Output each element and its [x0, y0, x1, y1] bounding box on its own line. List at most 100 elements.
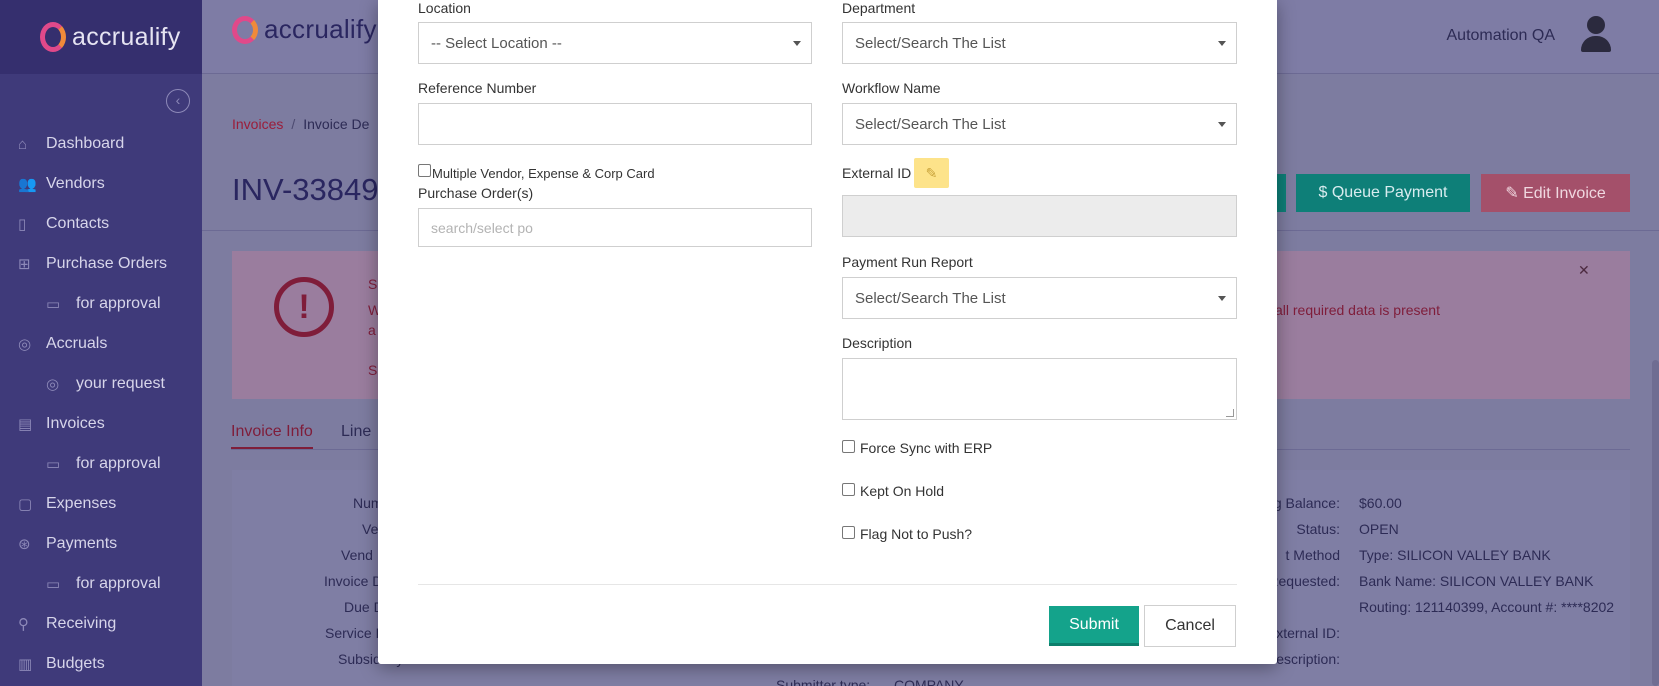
edit-invoice-button[interactable]: ✎ Edit Invoice [1481, 174, 1630, 212]
info-label: Invoice D [324, 573, 383, 589]
submitter-type-label: Submitter type: [776, 677, 871, 686]
home-icon: ⌂ [18, 135, 28, 153]
edit-icon: ✎ [925, 164, 938, 181]
modal-footer-divider [418, 584, 1237, 585]
document-icon: ▤ [18, 416, 33, 433]
purchase-orders-label: Purchase Order(s) [418, 185, 534, 201]
invoice-edit-modal: Location -- Select Location -- Departmen… [378, 0, 1277, 664]
alert-exclamation-icon: ! [274, 277, 334, 337]
page-title: INV-33849 [232, 172, 379, 207]
kept-on-hold-checkbox[interactable] [842, 483, 855, 496]
info-right-label: xternal ID: [1276, 625, 1340, 641]
avatar[interactable] [1581, 16, 1611, 52]
description-textarea[interactable] [842, 358, 1237, 420]
sidebar-item-budgets[interactable]: ▥ Budgets [0, 644, 202, 684]
chevron-down-icon [1218, 122, 1226, 127]
avatar-body [1581, 36, 1611, 52]
sidebar-item-invoices[interactable]: ▤ Invoices [0, 404, 202, 444]
sidebar: accrualify ‹ ⌂ Dashboard 👥 Vendors ▯ Contac… [0, 0, 202, 686]
purchase-orders-input[interactable]: search/select po [418, 208, 812, 247]
info-right-value: Routing: 121140399, Account #: ****8202 [1359, 599, 1615, 615]
chevron-down-icon [1218, 41, 1226, 46]
info-label: Vend [341, 547, 373, 563]
alert-fragment: S [368, 362, 378, 378]
sidebar-item-vendors[interactable]: 👥 Vendors [0, 164, 202, 204]
sidebar-logo[interactable]: accrualify [0, 0, 202, 74]
flag-not-push-checkbox[interactable] [842, 526, 855, 539]
payment-run-select-value: Select/Search The List [855, 289, 1006, 307]
submit-button[interactable]: Submit [1049, 606, 1139, 646]
breadcrumb-invoices[interactable]: Invoices [232, 116, 283, 132]
force-sync-checkbox[interactable] [842, 440, 855, 453]
info-right-label: Requested: [1268, 573, 1340, 589]
payment-run-report-label: Payment Run Report [842, 254, 973, 270]
sidebar-item-po-approval[interactable]: ▭ for approval [0, 284, 202, 324]
reference-number-input[interactable] [418, 103, 812, 145]
chevron-down-icon [1218, 296, 1226, 301]
logo-icon [232, 15, 258, 44]
submitter-type-value: COMPANY [894, 677, 964, 686]
location-label: Location [418, 0, 471, 16]
queue-payment-button[interactable]: $ Queue Payment [1296, 174, 1470, 212]
info-right-value: Bank Name: SILICON VALLEY BANK [1359, 573, 1594, 589]
cancel-button[interactable]: Cancel [1144, 605, 1236, 647]
tab-invoice-info[interactable]: Invoice Info [231, 423, 313, 449]
sidebar-item-accruals[interactable]: ◎ Accruals [0, 324, 202, 364]
resize-handle-icon[interactable] [1226, 409, 1234, 417]
sidebar-item-expenses[interactable]: ▢ Expenses [0, 484, 202, 524]
location-select[interactable]: -- Select Location -- [418, 22, 812, 64]
department-select-value: Select/Search The List [855, 34, 1006, 52]
header-logo[interactable]: accrualify [232, 14, 377, 45]
sidebar-item-invoice-approval[interactable]: ▭ for approval [0, 444, 202, 484]
department-select[interactable]: Select/Search The List [842, 22, 1237, 64]
sidebar-item-contacts[interactable]: ▯ Contacts [0, 204, 202, 244]
edit-external-id-button[interactable]: ✎ [914, 158, 949, 188]
tab-line[interactable]: Line [341, 423, 371, 441]
approval-icon: ▭ [46, 576, 61, 593]
page-scrollbar[interactable] [1652, 360, 1659, 686]
user-name[interactable]: Automation QA [1447, 27, 1556, 45]
reference-number-label: Reference Number [418, 80, 537, 96]
logo-icon [40, 22, 66, 52]
workflow-name-label: Workflow Name [842, 80, 941, 96]
collapse-sidebar-icon[interactable]: ‹ [166, 89, 190, 113]
payment-run-report-select[interactable]: Select/Search The List [842, 277, 1237, 319]
sidebar-item-dashboard[interactable]: ⌂ Dashboard [0, 124, 202, 164]
multiple-vendor-checkbox[interactable] [418, 164, 431, 177]
multiple-vendor-label: Multiple Vendor, Expense & Corp Card [432, 166, 655, 181]
flag-not-push-label: Flag Not to Push? [860, 526, 973, 542]
sidebar-item-payment-approval[interactable]: ▭ for approval [0, 564, 202, 604]
alert-fragment: S [368, 276, 378, 292]
logo-text: accrualify [72, 22, 181, 51]
approval-icon: ▭ [46, 296, 61, 313]
sidebar-item-payments[interactable]: ⊛ Payments [0, 524, 202, 564]
breadcrumb-current: Invoice De [303, 116, 370, 132]
avatar-head [1587, 16, 1605, 34]
kept-on-hold-label: Kept On Hold [860, 483, 945, 499]
force-sync-label: Force Sync with ERP [860, 440, 993, 456]
external-id-input[interactable] [842, 195, 1237, 237]
sidebar-item-your-request[interactable]: ◎ your request [0, 364, 202, 404]
sidebar-nav: ⌂ Dashboard 👥 Vendors ▯ Contacts ⊞ Purchase … [0, 124, 202, 684]
external-id-label: External ID [842, 165, 912, 181]
cart-icon: ⊞ [18, 256, 31, 273]
chart-icon: ▥ [18, 656, 33, 673]
workflow-name-select[interactable]: Select/Search The List [842, 103, 1237, 145]
info-right-label: Status: [1296, 521, 1340, 537]
pin-icon: ⚲ [18, 616, 29, 633]
info-right-label: g Balance: [1273, 495, 1340, 511]
info-right-value: Type: SILICON VALLEY BANK [1359, 547, 1551, 563]
department-label: Department [842, 0, 916, 16]
alert-message: all required data is present [1275, 302, 1440, 318]
breadcrumb-separator: / [291, 116, 296, 132]
chevron-down-icon [793, 41, 801, 46]
close-icon[interactable]: ✕ [1578, 262, 1590, 279]
clock-icon: ◎ [18, 336, 32, 353]
contacts-icon: ▯ [18, 216, 27, 233]
receipt-icon: ▢ [18, 496, 33, 513]
info-right-value: $60.00 [1359, 495, 1402, 511]
info-right-label: t Method [1285, 547, 1340, 563]
approval-icon: ▭ [46, 456, 61, 473]
sidebar-item-purchase-orders[interactable]: ⊞ Purchase Orders [0, 244, 202, 284]
sidebar-item-receiving[interactable]: ⚲ Receiving [0, 604, 202, 644]
